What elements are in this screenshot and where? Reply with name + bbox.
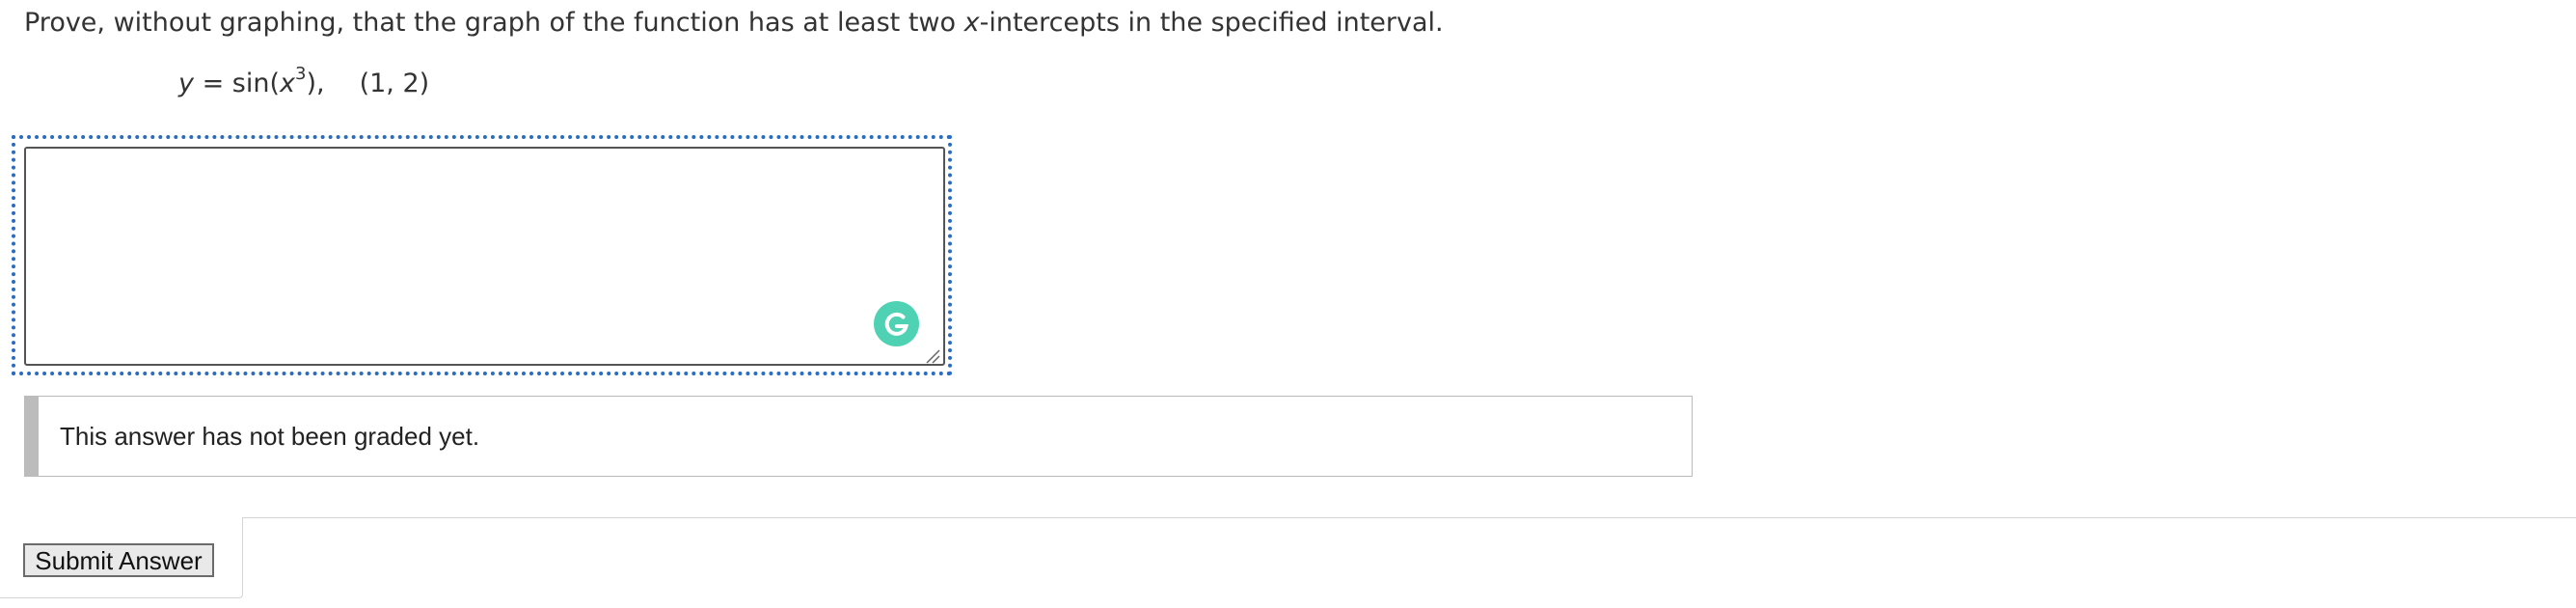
equation-lhs: y	[178, 69, 194, 98]
question-text-after: -intercepts in the specified interval.	[979, 8, 1444, 38]
grammarly-icon[interactable]	[874, 301, 919, 346]
answer-textarea[interactable]	[24, 147, 945, 366]
question-text: Prove, without graphing, that the graph …	[24, 6, 1444, 41]
equation-close: ),	[306, 69, 325, 98]
question-var-x: x	[963, 8, 980, 38]
grading-status-box: This answer has not been graded yet.	[24, 396, 1693, 477]
equation-exponent: 3	[294, 64, 307, 84]
grading-status-message: This answer has not been graded yet.	[60, 422, 480, 451]
submit-answer-button[interactable]: Submit Answer	[23, 543, 214, 577]
function-equation: y = sin(x3), (1, 2)	[178, 60, 429, 101]
resize-handle-icon[interactable]	[925, 348, 940, 364]
submit-divider	[243, 517, 2576, 518]
equation-interval: (1, 2)	[359, 69, 430, 98]
equation-var: x	[280, 69, 295, 98]
grading-status-bar	[25, 397, 39, 476]
equation-equals: = sin(	[193, 69, 280, 98]
question-text-before: Prove, without graphing, that the graph …	[24, 8, 964, 38]
